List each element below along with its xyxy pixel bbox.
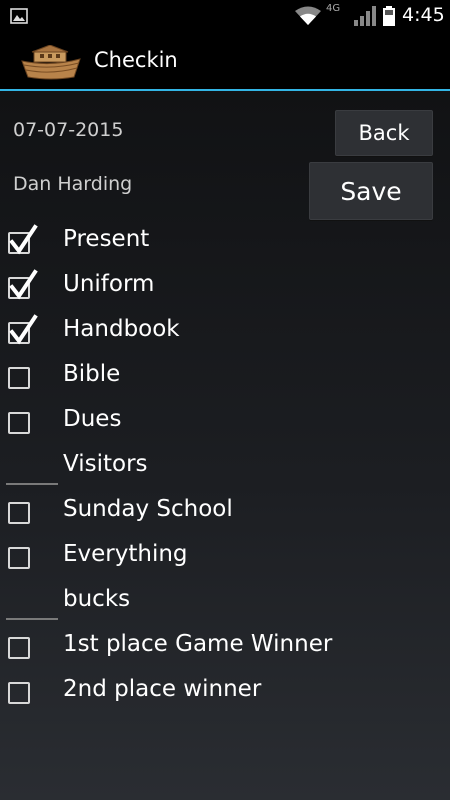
list-item: Handbook [0, 310, 450, 355]
clock: 4:45 [402, 4, 445, 26]
network-type-label: 4G [326, 3, 341, 14]
item-label: Everything [63, 541, 188, 567]
item-label: Present [63, 226, 150, 252]
checkbox[interactable] [8, 682, 30, 704]
list-item: Visitors [0, 445, 450, 490]
item-label: 1st place Game Winner [63, 631, 333, 657]
item-label: Visitors [63, 451, 148, 477]
item-label: 2nd place winner [63, 676, 262, 702]
back-button[interactable]: Back [335, 110, 433, 156]
list-item: Sunday School [0, 490, 450, 535]
checkbox[interactable] [8, 502, 30, 524]
item-label: Bible [63, 361, 121, 387]
wifi-icon [294, 5, 322, 27]
item-label: Dues [63, 406, 122, 432]
item-label: Handbook [63, 316, 180, 342]
checkbox[interactable] [8, 269, 38, 300]
app-title: Checkin [94, 48, 178, 72]
battery-icon [382, 5, 396, 27]
list-item: bucks [0, 580, 450, 625]
checkmark-icon [9, 269, 38, 300]
checkbox[interactable] [8, 547, 30, 569]
item-label: bucks [63, 586, 131, 612]
list-item: Everything [0, 535, 450, 580]
checkbox[interactable] [8, 314, 38, 345]
checkbox[interactable] [8, 367, 30, 389]
ark-logo-icon[interactable] [18, 44, 84, 81]
list-item: Uniform [0, 265, 450, 310]
gallery-notification-icon [10, 8, 28, 24]
checkmark-icon [9, 224, 38, 255]
signal-icon [352, 5, 378, 27]
list-item: Present [0, 220, 450, 265]
checkin-date: 07-07-2015 [13, 119, 124, 141]
checkbox[interactable] [8, 637, 30, 659]
checkbox[interactable] [8, 224, 38, 255]
checkmark-icon [9, 314, 38, 345]
list-item: Dues [0, 400, 450, 445]
checkin-form: 07-07-2015 Dan Harding Back Save Present… [0, 91, 450, 800]
checkbox[interactable] [8, 412, 30, 434]
save-button[interactable]: Save [309, 162, 433, 220]
status-bar: 4G 4:45 [0, 0, 450, 33]
item-label: Sunday School [63, 496, 233, 522]
number-input[interactable] [6, 483, 58, 485]
action-bar: Checkin [0, 33, 450, 89]
list-item: 2nd place winner [0, 670, 450, 715]
item-label: Uniform [63, 271, 155, 297]
list-item: 1st place Game Winner [0, 625, 450, 670]
number-input[interactable] [6, 618, 58, 620]
member-name: Dan Harding [13, 173, 133, 195]
list-item: Bible [0, 355, 450, 400]
